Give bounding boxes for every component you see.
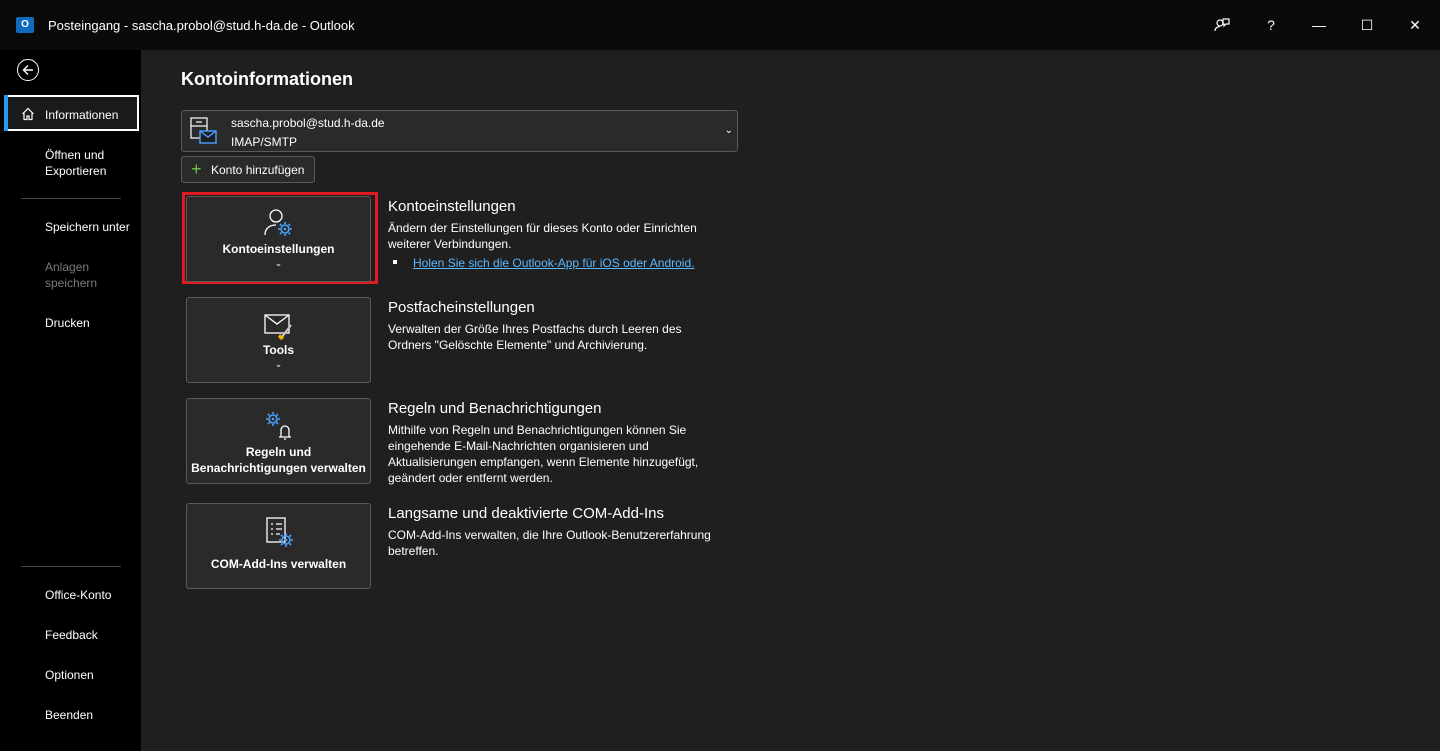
nav-separator <box>21 566 121 567</box>
nav-item-office-konto[interactable]: Office-Konto <box>45 587 111 603</box>
maximize-icon[interactable]: ☐ <box>1351 10 1383 40</box>
account-settings-icon <box>264 209 292 236</box>
home-icon <box>22 107 34 121</box>
minimize-icon[interactable]: — <box>1303 10 1335 40</box>
section-description: Verwalten der Größe Ihres Postfachs durc… <box>388 322 682 352</box>
nav-item-oeffnen-exportieren[interactable]: Öffnen und Exportieren <box>45 147 106 179</box>
account-dropdown[interactable]: sascha.probol@stud.h-da.de IMAP/SMTP ⌄ <box>181 110 738 152</box>
rules-alerts-button[interactable]: Regeln und Benachrichtigungen verwalten <box>186 398 371 484</box>
section-description: Mithilfe von Regeln und Benachrichtigung… <box>388 423 699 485</box>
window-title: Posteingang - sascha.probol@stud.h-da.de… <box>48 18 355 33</box>
add-account-label: Konto hinzufügen <box>211 163 305 177</box>
plus-icon: + <box>191 159 202 179</box>
feedback-icon[interactable] <box>1206 10 1238 40</box>
com-addins-icon <box>266 517 293 547</box>
chevron-down-icon: ⌄ <box>274 258 283 268</box>
nav-active-indicator <box>4 95 8 131</box>
tile-label: Regeln und Benachrichtigungen verwalten <box>191 445 366 475</box>
tile-label: COM-Add-Ins verwalten <box>210 557 347 571</box>
outlook-app-link[interactable]: Holen Sie sich die Outlook-App für iOS o… <box>413 256 694 270</box>
nav-item-anlagen-speichern: Anlagen speichern <box>45 260 98 290</box>
close-icon[interactable]: ✕ <box>1399 10 1431 40</box>
tile-label: Kontoeinstellungen <box>222 242 335 256</box>
outlook-logo-icon: O <box>16 17 34 33</box>
nav-separator <box>21 198 121 199</box>
com-addins-button[interactable]: COM-Add-Ins verwalten <box>186 503 371 589</box>
section-heading: Langsame und deaktivierte COM-Add-Ins <box>388 505 664 522</box>
nav-item-speichern-unter[interactable]: Speichern unter <box>45 219 130 235</box>
section-heading: Regeln und Benachrichtigungen <box>388 400 602 417</box>
account-email: sascha.probol@stud.h-da.de <box>231 116 385 130</box>
chevron-down-icon: ⌄ <box>274 359 283 369</box>
tools-button[interactable]: Tools ⌄ <box>186 297 371 383</box>
nav-item-feedback[interactable]: Feedback <box>45 627 98 643</box>
main-panel: Kontoinformationen sascha.probol@stud.h-… <box>141 50 1440 751</box>
section-description: COM-Add-Ins verwalten, die Ihre Outlook-… <box>388 528 711 558</box>
add-account-button[interactable]: + Konto hinzufügen <box>181 156 315 183</box>
section-heading: Postfacheinstellungen <box>388 299 535 316</box>
account-settings-button[interactable]: Kontoeinstellungen ⌄ <box>186 196 371 282</box>
nav-item-drucken[interactable]: Drucken <box>45 315 90 331</box>
account-mailbox-icon <box>190 117 217 144</box>
nav-item-optionen[interactable]: Optionen <box>45 667 94 683</box>
mailbox-tools-icon <box>264 314 292 340</box>
nav-item-label-informationen: Informationen <box>45 108 119 122</box>
back-button[interactable] <box>17 59 39 81</box>
section-description: Ändern der Einstellungen für dieses Kont… <box>388 221 697 251</box>
bullet <box>393 260 397 264</box>
tile-label: Tools <box>262 343 295 357</box>
backstage-nav: Informationen Öffnen und Exportieren Spe… <box>0 50 141 751</box>
section-heading: Kontoeinstellungen <box>388 198 516 215</box>
rules-alerts-icon <box>266 412 291 440</box>
back-arrow-icon <box>22 65 33 75</box>
help-icon[interactable]: ? <box>1255 10 1287 40</box>
nav-item-beenden[interactable]: Beenden <box>45 707 93 723</box>
title-bar: O Posteingang - sascha.probol@stud.h-da.… <box>0 0 1440 50</box>
page-title: Kontoinformationen <box>181 69 353 89</box>
account-type: IMAP/SMTP <box>231 135 298 149</box>
chevron-down-icon: ⌄ <box>724 125 733 136</box>
